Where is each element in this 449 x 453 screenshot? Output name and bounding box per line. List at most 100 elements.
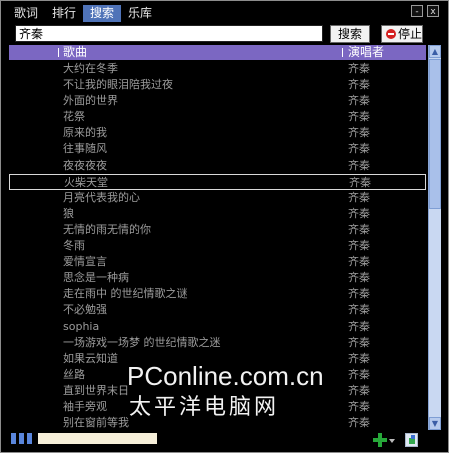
stop-label: 停止	[398, 27, 423, 41]
song-title: 如果云知道	[63, 351, 118, 365]
level-segment	[27, 433, 32, 444]
table-row[interactable]: sophia 齐秦	[9, 319, 426, 335]
table-row[interactable]: 火柴天堂 齐秦	[9, 173, 426, 190]
artist-name: 齐秦	[348, 319, 370, 333]
table-row[interactable]: 直到世界末日 齐秦	[9, 383, 426, 399]
scroll-up-icon[interactable]: ▲	[429, 45, 441, 58]
tab-charts[interactable]: 排行	[45, 5, 83, 22]
stop-icon	[386, 29, 396, 39]
artist-name: 齐秦	[348, 206, 370, 220]
song-title: 大约在冬季	[63, 62, 118, 75]
table-row[interactable]: 袖手旁观 齐秦	[9, 399, 426, 415]
song-title: 月亮代表我的心	[63, 190, 140, 204]
song-title: 直到世界末日	[63, 383, 129, 397]
music-player-window: 歌词 排行 搜索 乐库 - x 搜索 停止 歌曲 演唱者 大约在冬季齐秦不让我的…	[0, 0, 449, 453]
table-row[interactable]: 如果云知道 齐秦	[9, 351, 426, 367]
level-segment	[19, 433, 24, 444]
artist-name: 齐秦	[348, 287, 370, 301]
artist-name: 齐秦	[348, 126, 370, 140]
artist-name: 齐秦	[348, 399, 370, 413]
table-row[interactable]: 外面的世界 齐秦	[9, 93, 426, 109]
song-title: 无情的雨无情的你	[63, 222, 151, 236]
scrollbar[interactable]: ▲ ▼	[428, 45, 441, 430]
table-row[interactable]: 一场游戏一场梦 的世纪情歌之迷 齐秦	[9, 335, 426, 351]
artist-name: 齐秦	[348, 303, 370, 317]
artist-name: 齐秦	[348, 94, 370, 108]
tab-library[interactable]: 乐库	[121, 5, 159, 22]
table-row[interactable]: 丝路 齐秦	[9, 367, 426, 383]
table-row[interactable]: 花祭 齐秦	[9, 109, 426, 125]
table-row[interactable]: 别在窗前等我 齐秦	[9, 415, 426, 428]
artist-name: 齐秦	[348, 158, 370, 172]
song-title: 夜夜夜夜	[63, 158, 107, 172]
scroll-down-icon[interactable]: ▼	[429, 417, 441, 430]
table-row[interactable]: 思念是一种病 齐秦	[9, 270, 426, 286]
table-row[interactable]: 月亮代表我的心 齐秦	[9, 190, 426, 206]
table-row[interactable]: 大约在冬季 齐秦	[9, 61, 426, 77]
song-title: 不必勉强	[63, 303, 107, 317]
artist-name: 齐秦	[348, 367, 370, 381]
song-title: 思念是一种病	[63, 271, 129, 285]
song-title: 一场游戏一场梦 的世纪情歌之迷	[63, 335, 221, 349]
table-row[interactable]: 走在雨中 的世纪情歌之谜 齐秦	[9, 286, 426, 302]
song-title: 丝路	[63, 367, 85, 381]
artist-name: 齐秦	[348, 351, 370, 365]
song-title: sophia	[63, 319, 100, 333]
song-title: 袖手旁观	[63, 399, 107, 413]
artist-name: 齐秦	[348, 190, 370, 204]
artist-name: 齐秦	[348, 255, 370, 269]
song-title: 爱情宣言	[63, 255, 107, 269]
table-row[interactable]: 冬雨 齐秦	[9, 238, 426, 254]
level-segment	[11, 433, 16, 444]
song-title: 冬雨	[63, 239, 85, 253]
results-list: 大约在冬季 齐秦 不让我的眼泪陪我过夜 齐秦 外面的世界 齐秦 花祭 齐秦 原来的我 齐秦 往事随风…	[9, 61, 426, 428]
column-artist[interactable]: 演唱者	[348, 45, 384, 60]
artist-name: 齐秦	[348, 335, 370, 349]
table-row[interactable]: 夜夜夜夜 齐秦	[9, 158, 426, 174]
tab-lyrics[interactable]: 歌词	[7, 5, 45, 22]
artist-name: 齐秦	[348, 271, 370, 285]
search-input[interactable]	[15, 25, 323, 42]
song-title: 别在窗前等我	[63, 416, 129, 428]
search-button[interactable]: 搜索	[330, 25, 370, 43]
song-title: 走在雨中 的世纪情歌之谜	[63, 287, 188, 301]
artist-name: 齐秦	[348, 62, 370, 75]
artist-name: 齐秦	[349, 175, 371, 189]
tab-search[interactable]: 搜索	[83, 5, 122, 22]
results-header: 歌曲 演唱者	[9, 45, 426, 60]
artist-name: 齐秦	[348, 416, 370, 428]
progress-bar[interactable]	[38, 433, 157, 444]
column-divider	[58, 48, 59, 57]
artist-name: 齐秦	[348, 110, 370, 124]
column-divider	[342, 48, 343, 57]
minimize-button[interactable]: -	[411, 5, 423, 17]
song-title: 狼	[63, 206, 74, 220]
add-icon[interactable]	[373, 433, 387, 447]
artist-name: 齐秦	[348, 383, 370, 397]
song-title: 往事随风	[63, 142, 107, 156]
table-row[interactable]: 不让我的眼泪陪我过夜 齐秦	[9, 77, 426, 93]
artist-name: 齐秦	[348, 222, 370, 236]
status-bar	[2, 430, 448, 452]
column-song[interactable]: 歌曲	[63, 45, 87, 60]
song-title: 不让我的眼泪陪我过夜	[63, 78, 173, 92]
table-row[interactable]: 爱情宣言 齐秦	[9, 254, 426, 270]
table-row[interactable]: 往事随风 齐秦	[9, 141, 426, 157]
close-button[interactable]: x	[427, 5, 439, 17]
table-row[interactable]: 原来的我 齐秦	[9, 125, 426, 141]
song-title: 原来的我	[63, 126, 107, 140]
table-row[interactable]: 不必勉强 齐秦	[9, 302, 426, 318]
stop-button[interactable]: 停止	[381, 25, 423, 43]
song-title: 花祭	[63, 110, 85, 124]
image-icon[interactable]	[405, 433, 418, 447]
artist-name: 齐秦	[348, 78, 370, 92]
artist-name: 齐秦	[348, 239, 370, 253]
table-row[interactable]: 无情的雨无情的你 齐秦	[9, 222, 426, 238]
chevron-down-icon[interactable]	[389, 439, 395, 443]
artist-name: 齐秦	[348, 142, 370, 156]
song-title: 火柴天堂	[64, 175, 108, 189]
song-title: 外面的世界	[63, 94, 118, 108]
tab-bar: 歌词 排行 搜索 乐库	[7, 5, 159, 22]
table-row[interactable]: 狼 齐秦	[9, 206, 426, 222]
scroll-thumb[interactable]	[429, 59, 441, 209]
